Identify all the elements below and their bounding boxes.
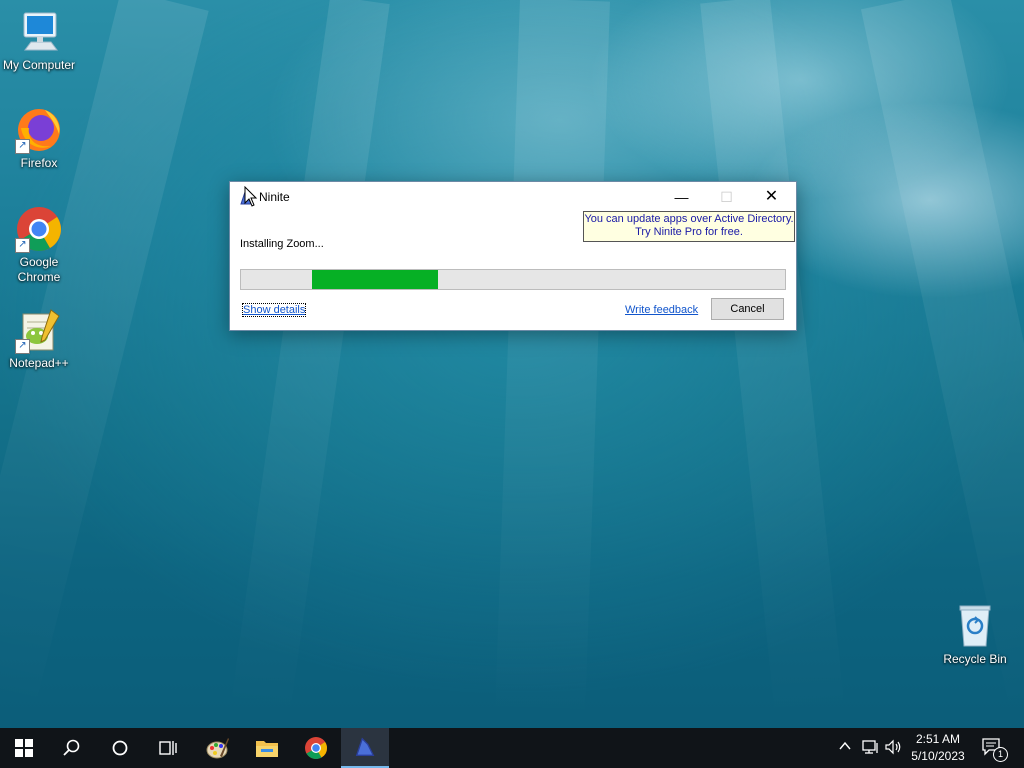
ninite-icon	[355, 737, 375, 756]
network-icon	[862, 740, 878, 754]
desktop-icon-notepadpp[interactable]: ↗ Notepad++	[0, 306, 78, 371]
desktop-icon-firefox[interactable]: ↗ Firefox	[0, 106, 78, 171]
light-ray	[700, 0, 847, 730]
write-feedback-link[interactable]: Write feedback	[625, 304, 698, 316]
desktop-icon-label: My Computer	[2, 58, 76, 72]
task-view-button[interactable]	[144, 728, 192, 768]
notification-count-badge: 1	[993, 747, 1008, 762]
desktop-icon-chrome[interactable]: ↗ Google Chrome	[0, 205, 78, 285]
start-icon	[15, 739, 33, 757]
desktop-icon-label: Notepad++	[9, 356, 69, 370]
paint-taskbar-button[interactable]	[194, 728, 242, 768]
show-details-link[interactable]: Show details	[241, 303, 307, 317]
cortana-button[interactable]	[96, 728, 144, 768]
install-status: Installing Zoom...	[240, 238, 324, 250]
file-explorer-icon	[256, 741, 278, 757]
show-hidden-icons-button[interactable]	[838, 739, 852, 758]
install-progress-bar	[240, 269, 786, 290]
window-title: Ninite	[259, 190, 290, 204]
desktop-icon-recycle-bin[interactable]: Recycle Bin	[936, 602, 1014, 667]
clock-date[interactable]: 5/10/2023	[903, 749, 973, 763]
computer-icon	[15, 8, 63, 56]
speaker-icon	[885, 739, 901, 755]
progress-fill	[311, 270, 439, 289]
cancel-button[interactable]: Cancel	[711, 298, 784, 320]
promo-line: Try Ninite Pro for free.	[635, 226, 743, 238]
desktop-icon-label: Recycle Bin	[943, 652, 1007, 666]
light-ray	[494, 0, 610, 732]
action-center-button[interactable]: 1	[982, 738, 1008, 762]
title-bar[interactable]: Ninite — ☐ ✕	[230, 182, 796, 212]
task-view-icon	[159, 741, 177, 755]
search-icon	[63, 739, 80, 756]
ninite-taskbar-button[interactable]	[341, 728, 389, 768]
chrome-icon	[305, 737, 327, 759]
paint-icon	[206, 738, 229, 759]
minimize-button[interactable]: —	[659, 182, 704, 212]
volume-button[interactable]	[885, 739, 903, 760]
network-button[interactable]	[862, 739, 880, 760]
clock-time[interactable]: 2:51 AM	[903, 732, 973, 746]
chrome-taskbar-button[interactable]	[292, 728, 340, 768]
promo-line: You can update apps over Active Director…	[584, 213, 794, 225]
mouse-cursor-icon	[244, 185, 258, 213]
chrome-icon: ↗	[15, 205, 63, 253]
desktop-icon-label: Firefox	[20, 156, 58, 170]
maximize-button: ☐	[720, 189, 733, 205]
light-ray	[228, 0, 390, 728]
desktop-icon-my-computer[interactable]: My Computer	[0, 8, 78, 73]
start-button[interactable]	[0, 728, 48, 768]
shortcut-arrow-icon: ↗	[15, 339, 30, 354]
shortcut-arrow-icon: ↗	[15, 139, 30, 154]
cortana-icon	[112, 740, 128, 756]
desktop-icon-label: Google Chrome	[17, 255, 61, 284]
recycle-bin-icon	[951, 602, 999, 650]
shortcut-arrow-icon: ↗	[15, 238, 30, 253]
firefox-icon: ↗	[15, 106, 63, 154]
notepadpp-icon: ↗	[15, 306, 63, 354]
file-explorer-taskbar-button[interactable]	[243, 728, 291, 768]
ninite-dialog: Ninite — ☐ ✕ You can update apps over Ac…	[229, 181, 797, 331]
search-button[interactable]	[48, 728, 96, 768]
taskbar: 2:51 AM 5/10/2023 1	[0, 728, 1024, 768]
chevron-up-icon	[839, 741, 851, 750]
ninite-pro-promo[interactable]: You can update apps over Active Director…	[583, 211, 795, 242]
close-button[interactable]: ✕	[749, 182, 794, 212]
